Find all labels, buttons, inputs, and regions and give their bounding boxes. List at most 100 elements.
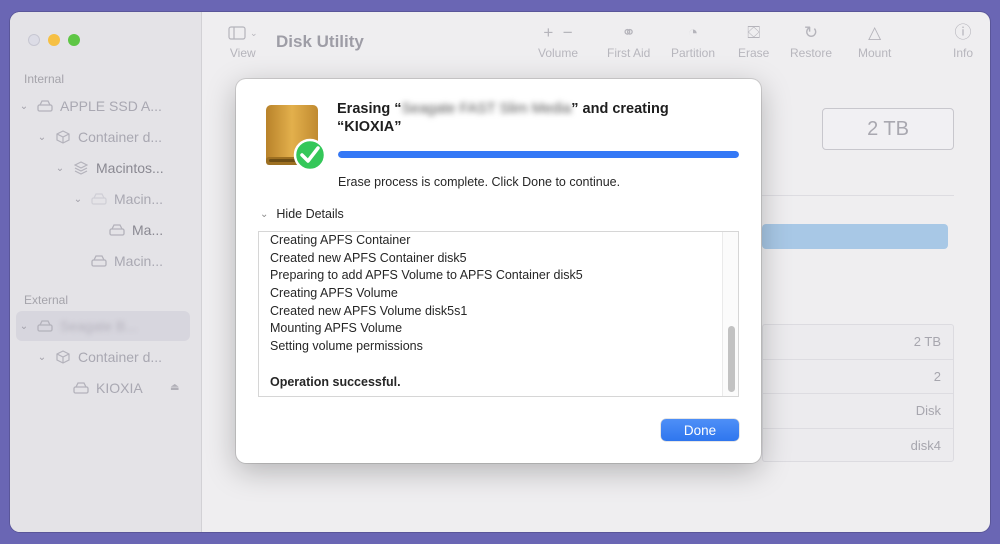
sidebar-item-label: KIOXIA: [96, 380, 143, 396]
sidebar-item-apple-ssd[interactable]: ⌄ APPLE SSD A...: [18, 95, 162, 117]
toolbar: ⌄ View Disk Utility + − Volume ⚭ First A…: [202, 12, 990, 80]
info-row-device: disk4: [910, 438, 941, 454]
sidebar-section-internal: Internal: [24, 72, 65, 86]
done-button[interactable]: Done: [661, 419, 739, 441]
sidebar-item-macintosh[interactable]: ⌄ Macintos...: [54, 157, 164, 179]
partition-label: Partition: [671, 46, 716, 60]
log-lines: Creating APFS Container Created new APFS…: [270, 232, 583, 391]
disk-info-table: 2 TB 2 Disk disk4: [762, 324, 954, 462]
minimize-window-button[interactable]: [48, 34, 60, 46]
dialog-title: Erasing “Seagate FAST Slim Media” and cr…: [337, 100, 737, 136]
log-scrollbar[interactable]: [722, 232, 738, 396]
volume-icon: [90, 254, 108, 268]
content-divider: [762, 195, 954, 196]
info-icon: ⓘ: [954, 23, 972, 42]
chevron-down-icon: ⌄: [260, 208, 269, 220]
snapshot-icon: [90, 192, 108, 206]
sidebar-item-kioxia[interactable]: KIOXIA: [72, 377, 143, 399]
disk-capacity-box: 2 TB: [822, 108, 954, 150]
log-line: Preparing to add APFS Volume to APFS Con…: [270, 268, 583, 283]
log-line-result: Operation successful.: [270, 374, 401, 389]
sidebar-item-macin-data[interactable]: Macin...: [90, 250, 163, 272]
internal-disk-icon: [36, 99, 54, 113]
chevron-down-icon[interactable]: ⌄: [54, 163, 66, 174]
chevron-down-icon: ⌄: [250, 27, 258, 38]
container-icon: [54, 130, 72, 144]
log-line: Setting volume permissions: [270, 339, 423, 354]
log-line: Mounting APFS Volume: [270, 321, 403, 336]
partition-button[interactable]: ◔ Partition: [671, 22, 715, 60]
sidebar-item-label: Macintos...: [96, 160, 164, 176]
sidebar-item-label: Macin...: [114, 253, 164, 269]
external-drive-success-icon: [266, 105, 327, 172]
erase-dialog: Erasing “Seagate FAST Slim Media” and cr…: [236, 79, 761, 463]
erase-progress-bar: [338, 151, 739, 158]
chevron-down-icon[interactable]: ⌄: [36, 132, 48, 143]
erase-button[interactable]: ⛋ Erase: [738, 22, 769, 60]
chevron-down-icon[interactable]: ⌄: [36, 352, 48, 363]
close-window-button[interactable]: [28, 34, 40, 46]
log-scroll-thumb[interactable]: [728, 326, 735, 392]
chevron-down-icon[interactable]: ⌄: [18, 321, 30, 332]
restore-label: Restore: [790, 46, 833, 60]
sidebar-section-external: External: [24, 293, 69, 307]
window-title: Disk Utility: [276, 32, 364, 51]
first-aid-label: First Aid: [607, 46, 651, 60]
hide-details-toggle[interactable]: ⌄ Hide Details: [260, 207, 344, 221]
sidebar-item-external-disk[interactable]: ⌄ Seagate B...: [18, 315, 137, 337]
hide-details-label: Hide Details: [276, 207, 344, 221]
zoom-window-button[interactable]: [68, 34, 80, 46]
info-row-type: Disk: [763, 394, 953, 429]
volume-group-icon: [72, 161, 90, 175]
pie-chart-icon: ◔: [687, 23, 699, 42]
sidebar-item-container-external[interactable]: ⌄ Container d...: [36, 346, 162, 368]
add-remove-volume-icon: + −: [543, 23, 573, 42]
log-line: Creating APFS Volume: [270, 286, 398, 301]
info-button[interactable]: ⓘ Info: [953, 22, 973, 60]
mount-button[interactable]: △ Mount: [858, 22, 891, 60]
sidebar-item-label: Seagate B...: [60, 318, 138, 334]
restore-arrow-icon: ↻: [803, 23, 819, 42]
info-label: Info: [953, 46, 974, 60]
volume-label: Volume: [538, 46, 579, 60]
external-disk-icon: [36, 319, 54, 333]
volume-icon: [108, 223, 126, 237]
disk-usage-bar: [762, 224, 948, 249]
status-message: Erase process is complete. Click Done to…: [338, 175, 621, 189]
sidebar-item-label: APPLE SSD A...: [60, 98, 162, 114]
sidebar-toggle-icon: [228, 26, 246, 40]
sidebar-item-ma[interactable]: Ma...: [108, 219, 163, 241]
dialog-title-source-disk: Seagate FAST Slim Media: [401, 101, 572, 117]
erase-progress-fill: [338, 151, 739, 158]
sidebar-item-container-internal[interactable]: ⌄ Container d...: [36, 126, 162, 148]
mount-label: Mount: [858, 46, 892, 60]
log-line: Created new APFS Container disk5: [270, 250, 467, 265]
stethoscope-icon: ⚭: [621, 23, 636, 42]
details-log[interactable]: Creating APFS Container Created new APFS…: [258, 231, 739, 397]
erase-disk-icon: ⛋: [747, 23, 761, 42]
sidebar: Internal ⌄ APPLE SSD A... ⌄ Container d.…: [10, 12, 202, 532]
log-line: Creating APFS Container: [270, 233, 411, 247]
chevron-down-icon[interactable]: ⌄: [18, 101, 30, 112]
log-line: Created new APFS Volume disk5s1: [270, 303, 468, 318]
volume-button[interactable]: + − Volume: [538, 22, 578, 60]
view-button[interactable]: ⌄ View: [228, 26, 258, 60]
sidebar-item-macin-snapshot[interactable]: ⌄ Macin...: [72, 188, 163, 210]
volume-icon: [72, 381, 90, 395]
dialog-title-prefix: Erasing “: [337, 101, 402, 117]
chevron-down-icon[interactable]: ⌄: [72, 194, 84, 205]
sidebar-item-label: Macin...: [114, 191, 164, 207]
erase-label: Erase: [738, 46, 770, 60]
first-aid-button[interactable]: ⚭ First Aid: [607, 22, 650, 60]
info-row-capacity: 2 TB: [763, 325, 953, 360]
sidebar-item-label: Container d...: [78, 349, 163, 365]
view-label: View: [229, 46, 256, 60]
info-row-child-count: 2: [763, 360, 953, 394]
restore-button[interactable]: ↻ Restore: [790, 22, 832, 60]
mount-icon: △: [868, 23, 882, 42]
sidebar-item-label: Container d...: [78, 129, 163, 145]
container-icon: [54, 350, 72, 364]
sidebar-item-label: Ma...: [132, 222, 164, 238]
eject-icon[interactable]: ⏏: [170, 382, 179, 393]
